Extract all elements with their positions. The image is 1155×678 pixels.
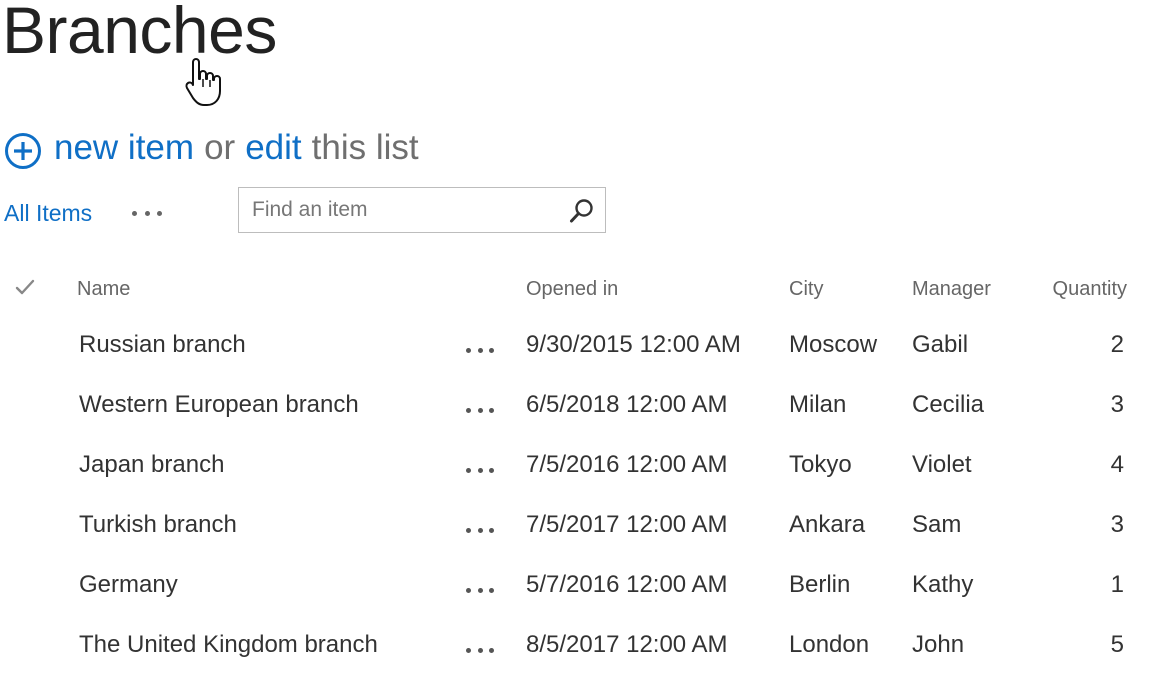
list-actions: new item or edit this list — [4, 124, 419, 172]
cell-manager: Cecilia — [912, 391, 985, 418]
cell-name[interactable]: Turkish branch — [79, 511, 237, 539]
table-body: Russian branch 9/30/2015 12:00 AM Moscow Ga… — [0, 316, 1155, 676]
ellipsis-dot — [489, 407, 494, 413]
cell-quantity: 4 — [1110, 451, 1124, 478]
cell-city: Milan — [789, 391, 847, 418]
this-list-text: this list — [311, 128, 419, 167]
ellipsis-icon — [466, 587, 471, 593]
page-title[interactable]: Branches — [2, 0, 277, 67]
cell-opened-in: 6/5/2018 12:00 AM — [526, 391, 728, 418]
table-row[interactable]: Japan branch 7/5/2016 12:00 AM Tokyo Violet… — [0, 436, 1155, 496]
new-item-link[interactable]: new item — [54, 128, 194, 168]
cell-city: London — [789, 631, 870, 658]
cell-opened-in: 5/7/2016 12:00 AM — [526, 571, 728, 598]
table-header: Name Opened in City Manager Quantity — [0, 266, 1155, 316]
cell-opened-in: 9/30/2015 12:00 AM — [526, 331, 741, 358]
cell-manager: Kathy — [912, 571, 974, 598]
cell-manager: John — [912, 631, 965, 658]
row-more-button[interactable] — [466, 346, 494, 354]
table-row[interactable]: Germany 5/7/2016 12:00 AM Berlin Kathy 1 — [0, 556, 1155, 616]
cell-name[interactable]: Western European branch — [79, 391, 359, 419]
list-table: Name Opened in City Manager Quantity Rus… — [0, 266, 1155, 676]
table-row[interactable]: Russian branch 9/30/2015 12:00 AM Moscow Ga… — [0, 316, 1155, 376]
ellipsis-icon — [466, 467, 471, 473]
edit-list-link[interactable]: edit — [245, 128, 301, 168]
view-more-button[interactable] — [132, 207, 163, 219]
ellipsis-dot — [477, 647, 483, 653]
column-header-opened-in[interactable]: Opened in — [526, 278, 618, 301]
ellipsis-icon — [132, 210, 138, 216]
column-header-city[interactable]: City — [789, 278, 823, 301]
table-row[interactable]: Turkish branch 7/5/2017 12:00 AM Ankara Sam… — [0, 496, 1155, 556]
cell-name[interactable]: Germany — [79, 571, 178, 599]
ellipsis-dot — [489, 347, 494, 353]
cell-manager: Gabil — [912, 331, 969, 358]
magnifier-icon[interactable] — [569, 198, 595, 224]
cell-city: Berlin — [789, 571, 851, 598]
cell-name[interactable]: The United Kingdom branch — [79, 631, 378, 659]
ellipsis-icon — [466, 647, 471, 653]
cell-manager: Sam — [912, 511, 962, 538]
column-header-manager[interactable]: Manager — [912, 278, 991, 301]
cell-name[interactable]: Russian branch — [79, 331, 246, 359]
ellipsis-dot — [489, 527, 494, 533]
row-more-button[interactable] — [466, 586, 494, 594]
cell-opened-in: 7/5/2016 12:00 AM — [526, 451, 728, 478]
column-header-quantity[interactable]: Quantity — [1053, 278, 1127, 301]
ellipsis-dot — [477, 347, 483, 353]
view-all-items-tab[interactable]: All Items — [4, 200, 92, 227]
cell-quantity: 3 — [1110, 391, 1124, 418]
ellipsis-dot — [477, 407, 483, 413]
cell-quantity: 1 — [1110, 571, 1124, 598]
view-bar: All Items — [4, 190, 163, 236]
or-text: or — [204, 128, 236, 167]
cell-name[interactable]: Japan branch — [79, 451, 224, 479]
cell-quantity: 5 — [1110, 631, 1124, 658]
ellipsis-dot — [489, 647, 494, 653]
column-header-name[interactable]: Name — [77, 278, 130, 301]
table-row[interactable]: The United Kingdom branch 8/5/2017 12:00 … — [0, 616, 1155, 676]
row-more-button[interactable] — [466, 526, 494, 534]
ellipsis-dot — [477, 587, 483, 593]
hand-pointer-icon — [185, 58, 221, 106]
cell-manager: Violet — [912, 451, 972, 478]
search-box — [238, 187, 606, 233]
cell-opened-in: 7/5/2017 12:00 AM — [526, 511, 728, 538]
ellipsis-dot — [489, 467, 494, 473]
row-more-button[interactable] — [466, 466, 494, 474]
row-more-button[interactable] — [466, 646, 494, 654]
plus-circle-icon[interactable] — [4, 132, 42, 170]
ellipsis-dot — [489, 587, 494, 593]
cell-city: Tokyo — [789, 451, 852, 478]
row-more-button[interactable] — [466, 406, 494, 414]
ellipsis-dot — [477, 527, 483, 533]
ellipsis-dot — [477, 467, 483, 473]
cell-city: Moscow — [789, 331, 878, 358]
search-input[interactable] — [239, 198, 552, 222]
cell-quantity: 2 — [1110, 331, 1124, 358]
cell-quantity: 3 — [1110, 511, 1124, 538]
ellipsis-icon — [466, 527, 471, 533]
cell-opened-in: 8/5/2017 12:00 AM — [526, 631, 728, 658]
ellipsis-icon — [466, 407, 471, 413]
table-row[interactable]: Western European branch 6/5/2018 12:00 AM… — [0, 376, 1155, 436]
ellipsis-icon — [466, 347, 471, 353]
checkmark-icon[interactable] — [14, 276, 36, 298]
cell-city: Ankara — [789, 511, 866, 538]
